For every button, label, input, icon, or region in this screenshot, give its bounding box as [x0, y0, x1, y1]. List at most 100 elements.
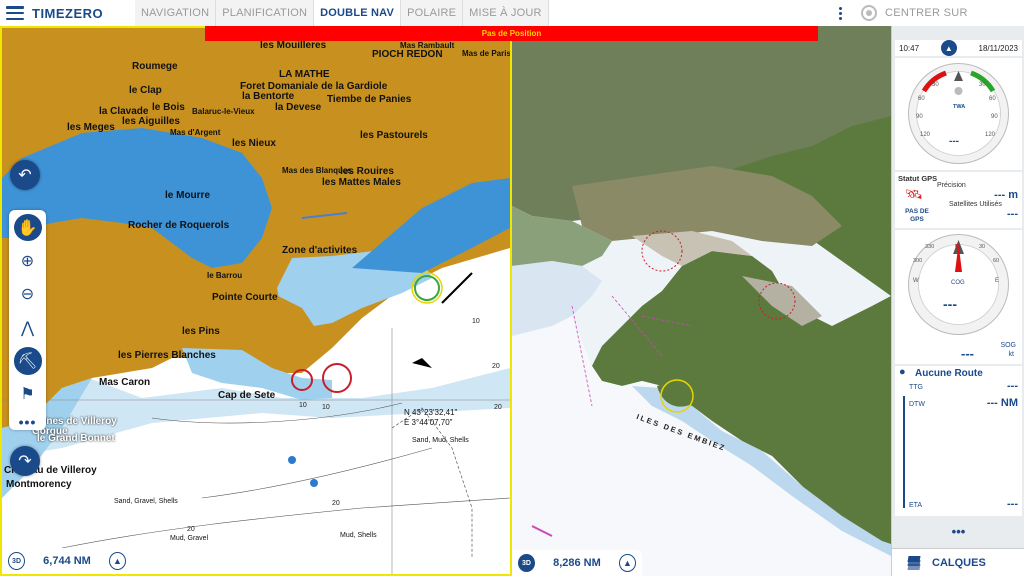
- cursor-position-readout: N 43°23'32,41" E 3°44'07,70": [404, 408, 457, 428]
- target-icon: [861, 5, 877, 21]
- satellite-off-icon: 🛰: [905, 186, 923, 202]
- tab-mise-a-jour[interactable]: MISE À JOUR: [463, 0, 549, 26]
- place-label: PIOCH REDON: [372, 49, 443, 60]
- seabed-label: Sand, Gravel, Shells: [114, 498, 178, 505]
- place-label: Tiembe de Panies: [327, 94, 412, 105]
- scroll-up-button[interactable]: ▲: [940, 40, 957, 56]
- zoom-out-icon[interactable]: ⊖: [14, 281, 42, 308]
- place-label: LA MATHE: [279, 69, 330, 80]
- route-progress-line: [903, 396, 905, 508]
- place-label: Mas de Paris: [462, 49, 511, 58]
- depth-label: 20: [494, 404, 502, 411]
- precision-label: Précision: [937, 182, 966, 189]
- sog-value: ---: [961, 346, 974, 361]
- gps-status-card: Statut GPS 🛰 PAS DE GPS Précision --- m …: [895, 172, 1022, 228]
- time-row: 10:47 ▲ 18/11/2023: [895, 40, 1022, 56]
- panel-more-button[interactable]: •••: [892, 524, 1024, 539]
- left-chart-view[interactable]: les Mouilleres PIOCH REDON Mas Rambault …: [0, 26, 512, 576]
- wind-tick: 30: [979, 82, 986, 88]
- time-row-card: 10:47 ▲ 18/11/2023: [895, 40, 1022, 56]
- cursor-latitude: N 43°23'32,41": [404, 408, 458, 417]
- tab-polaire[interactable]: POLAIRE: [401, 0, 464, 26]
- seabed-label: Mud, Shells: [340, 532, 377, 539]
- place-label: Mas Rambault: [400, 41, 455, 50]
- more-vertical-icon[interactable]: [829, 6, 851, 20]
- north-up-icon[interactable]: ▲: [618, 554, 636, 572]
- seabed-label: Sand, Mud, Shells: [412, 437, 469, 444]
- redo-arrow-icon: ↷: [18, 453, 32, 470]
- seabed-label: Mud, Gravel: [170, 535, 209, 542]
- north-up-icon[interactable]: ▲: [108, 552, 127, 570]
- place-label: Montmorency: [6, 479, 72, 490]
- app-logo: TIMEZERO: [0, 0, 135, 26]
- place-label: le Barrou: [207, 271, 243, 280]
- header-right: CENTRER SUR: [838, 0, 1024, 26]
- wind-tick: 60: [989, 96, 996, 102]
- ttg-value: ---: [1007, 380, 1018, 392]
- place-label: le Mourre: [165, 190, 211, 201]
- alarm-banner[interactable]: Pas de Position: [205, 26, 818, 41]
- map-pin-icon: ●: [899, 366, 906, 378]
- place-label: la Devese: [275, 102, 322, 113]
- redo-button[interactable]: ↷: [10, 446, 40, 476]
- center-on-button[interactable]: CENTRER SUR: [851, 5, 968, 21]
- compass-north: N: [955, 244, 961, 251]
- place-label: Pointe Courte: [212, 292, 278, 303]
- place-label: le Grand Bonnet: [37, 433, 115, 444]
- dtw-label: DTW: [909, 401, 925, 408]
- wind-tick: 30: [932, 82, 939, 88]
- wind-tick: 120: [985, 132, 996, 138]
- menu-icon[interactable]: [6, 6, 24, 20]
- toggle-3d-button[interactable]: 3D: [8, 552, 26, 570]
- route-title: Aucune Route: [915, 368, 983, 379]
- current-time: 10:47: [899, 43, 920, 53]
- place-label: la Bentorte: [242, 91, 295, 102]
- layers-label: CALQUES: [932, 556, 986, 569]
- layers-button[interactable]: CALQUES: [892, 548, 1024, 576]
- eta-value: ---: [1007, 498, 1018, 510]
- ttg-label: TTG: [909, 384, 923, 391]
- place-label: Balaruc-le-Vieux: [192, 107, 255, 116]
- cursor-longitude: E 3°44'07,70": [404, 418, 453, 427]
- wind-tick: 60: [918, 96, 925, 102]
- compass-tick: 300: [913, 258, 923, 264]
- satellites-value: ---: [1007, 208, 1018, 220]
- layers-icon: [906, 555, 922, 570]
- mark-icon[interactable]: ⚑: [14, 381, 42, 408]
- wind-tick: 90: [916, 114, 923, 120]
- zoom-in-icon[interactable]: ⊕: [14, 247, 42, 274]
- wind-tick: 120: [920, 132, 931, 138]
- place-label: les Nieux: [232, 138, 276, 149]
- place-label: les Pastourels: [360, 130, 428, 141]
- tab-navigation[interactable]: NAVIGATION: [135, 0, 217, 26]
- pan-hand-icon[interactable]: ✋: [13, 214, 42, 242]
- scale-distance: 6,744 NM: [43, 555, 91, 567]
- place-label: les Mouilleres: [260, 40, 327, 51]
- instrument-panel: 10:47 ▲ 18/11/2023 30 60 90 120 30 60 90…: [891, 26, 1024, 576]
- route-card: ● Aucune Route TTG --- DTW --- NM ETA --…: [895, 366, 1022, 516]
- dtw-value: --- NM: [986, 397, 1018, 409]
- right-chart-view[interactable]: ILES DES EMBIEZ 3D 8,286 NM ▲: [512, 26, 891, 576]
- twa-label: TWA: [953, 104, 966, 110]
- measure-compass-icon[interactable]: ⋀: [14, 314, 42, 341]
- depth-label: 20: [332, 500, 340, 507]
- tab-double-nav[interactable]: DOUBLE NAV: [314, 0, 402, 26]
- more-tools-icon[interactable]: •••: [19, 414, 37, 430]
- wind-tick: 90: [991, 114, 998, 120]
- gps-status-value: PAS DE GPS: [905, 208, 929, 223]
- tab-planification[interactable]: PLANIFICATION: [216, 0, 315, 26]
- toggle-3d-button[interactable]: 3D: [518, 554, 535, 572]
- cog-sog-card: N 330 300 W 30 60 E COG --- --- SOG kt: [895, 230, 1022, 364]
- brand-name: TIMEZERO: [32, 5, 104, 21]
- route-boat-icon[interactable]: ⛏: [13, 347, 42, 375]
- satellites-label: Satellites Utilisés: [949, 201, 1002, 208]
- place-label: le Clap: [129, 85, 162, 96]
- right-map-footer: 3D 8,286 NM ▲: [512, 550, 642, 576]
- cog-label: COG: [951, 280, 965, 286]
- place-label: les Pierres Blanches: [118, 350, 216, 361]
- undo-button[interactable]: ↶: [10, 160, 40, 190]
- place-label: les Aiguilles: [122, 116, 180, 127]
- place-label: Mas Caron: [99, 377, 151, 388]
- sog-label: SOG: [1000, 342, 1016, 349]
- gps-status-title: Statut GPS: [898, 174, 938, 183]
